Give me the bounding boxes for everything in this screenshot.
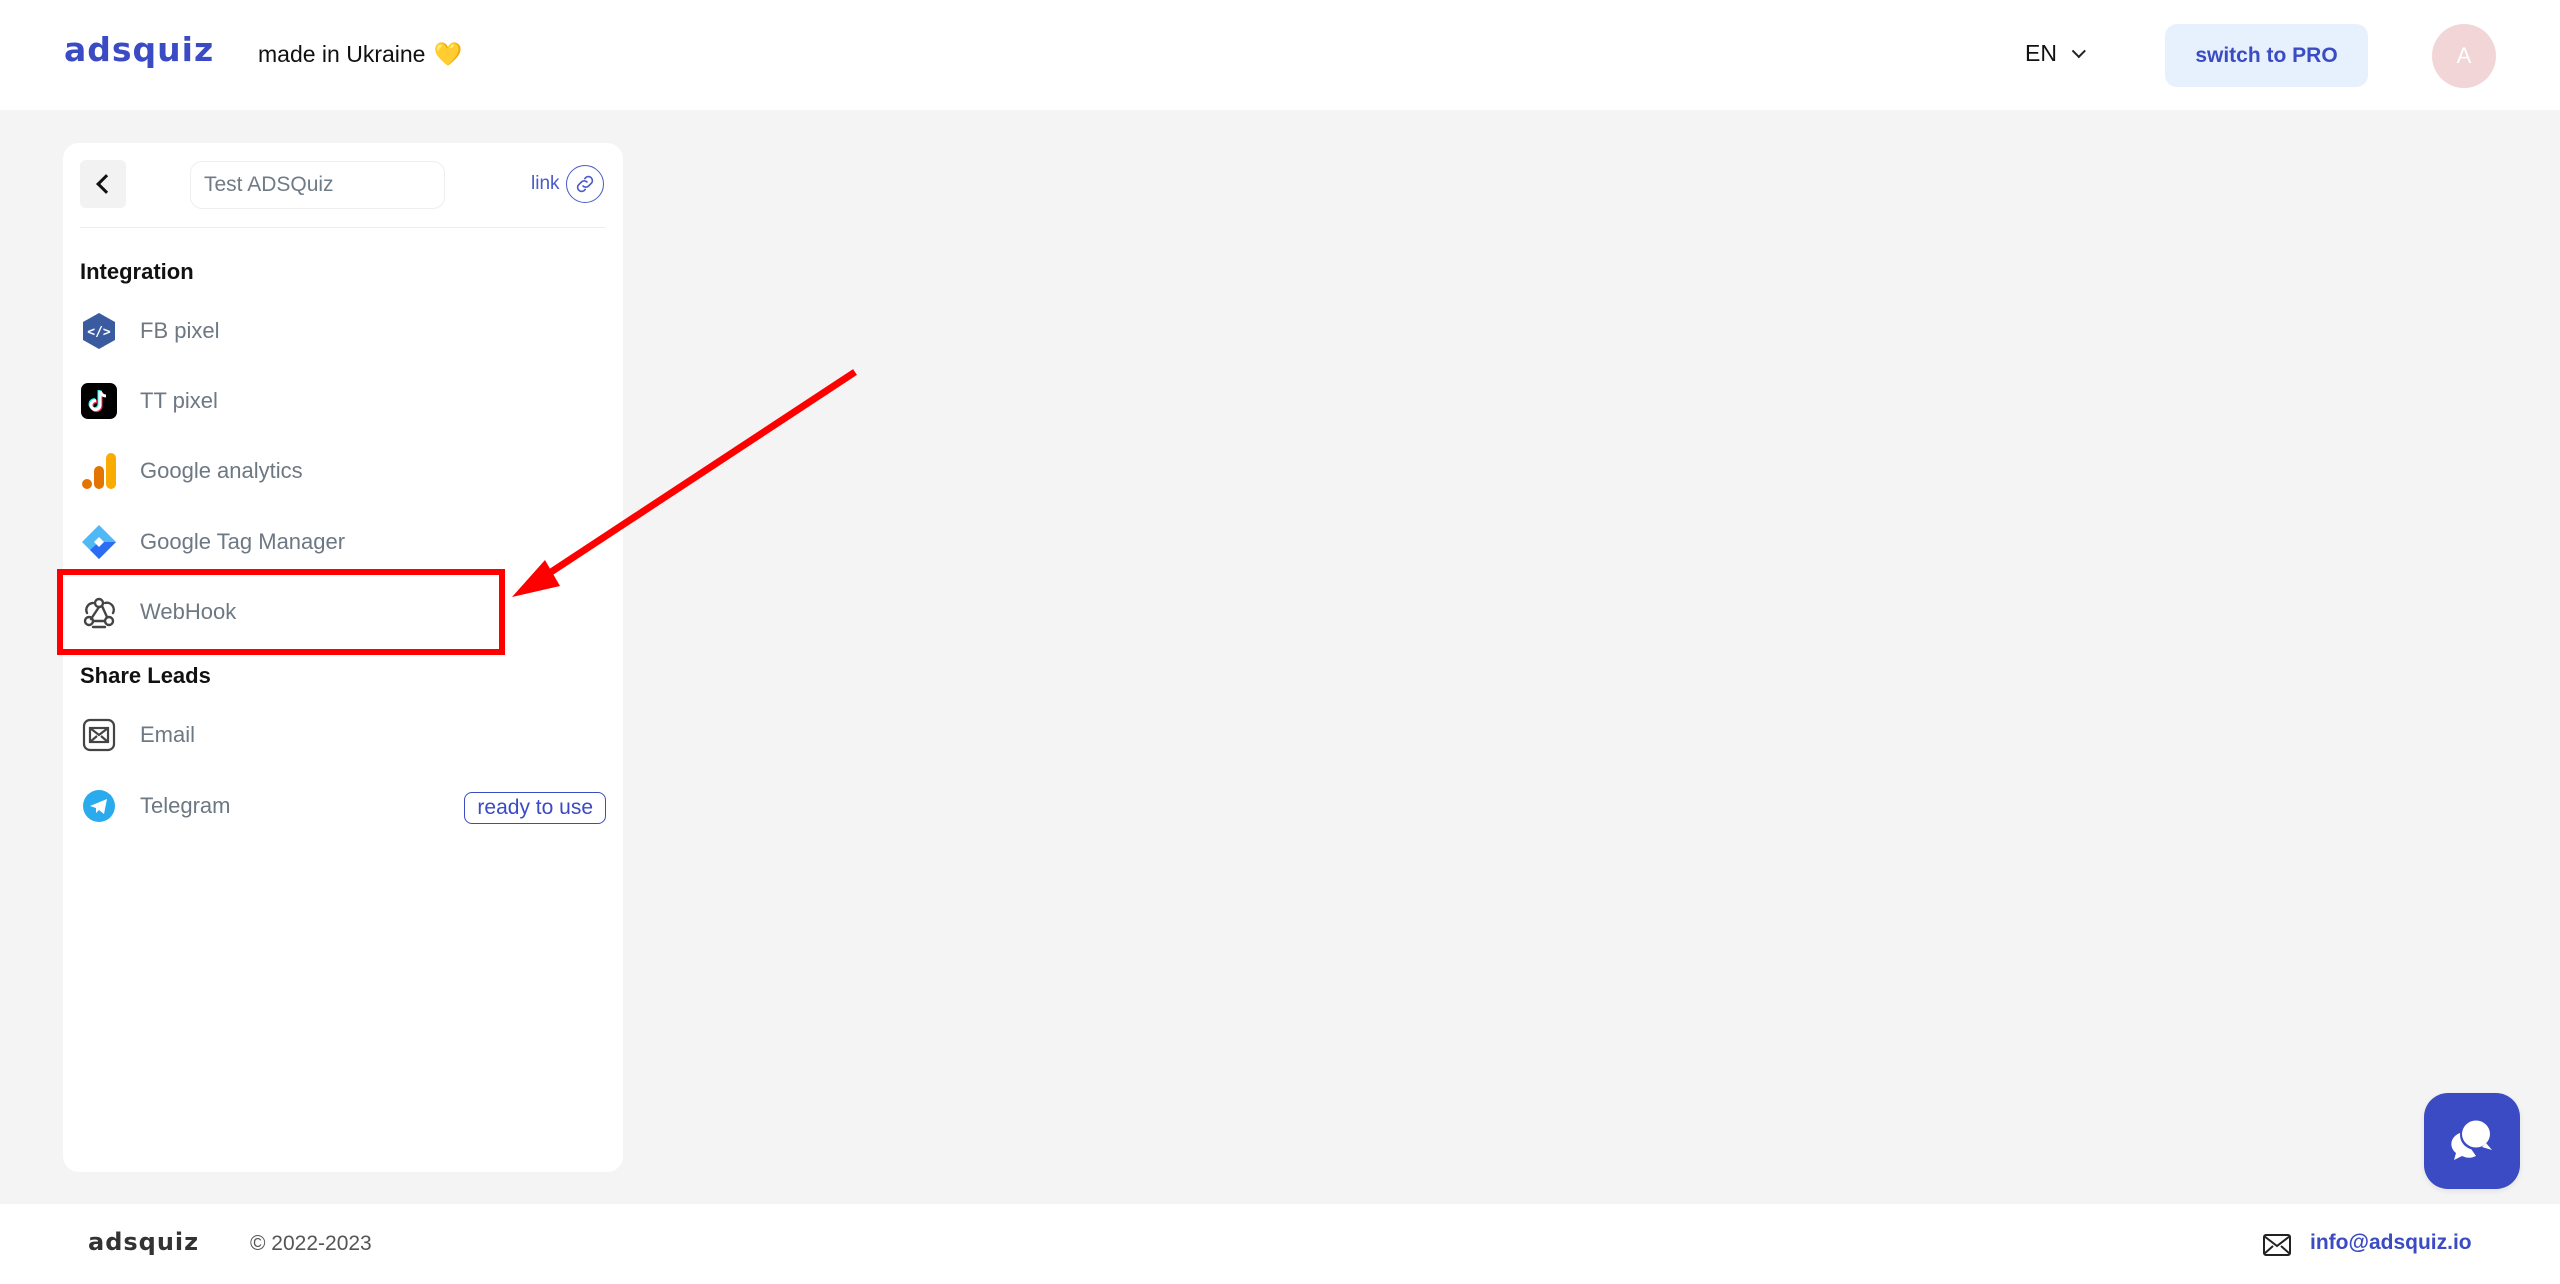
language-selector[interactable]: EN <box>2025 40 2086 67</box>
item-label: WebHook <box>140 599 237 624</box>
sidebar-item-tt-pixel[interactable]: TT pixel <box>80 373 606 429</box>
integrations-panel: link Integration </> FB pixel TT pixel <box>63 143 623 1172</box>
back-button[interactable] <box>80 160 126 208</box>
sidebar-item-telegram[interactable]: Telegram ready to use <box>80 778 606 834</box>
yellow-heart-icon: 💛 <box>433 41 463 67</box>
telegram-icon <box>80 787 118 825</box>
sidebar-item-email[interactable]: Email <box>80 707 606 763</box>
quiz-name-input[interactable] <box>190 161 445 209</box>
section-title-share-leads: Share Leads <box>80 663 211 688</box>
user-avatar[interactable]: A <box>2432 24 2496 88</box>
top-header: adsquiz made in Ukraine 💛 EN switch to PR… <box>0 0 2560 110</box>
item-label: Google Tag Manager <box>140 529 346 554</box>
switch-to-pro-button[interactable]: switch to PRO <box>2165 24 2368 87</box>
section-title-integration: Integration <box>80 259 194 284</box>
svg-text:</>: </> <box>87 325 111 340</box>
sidebar-item-webhook[interactable]: WebHook <box>80 584 606 640</box>
chain-link-icon <box>565 165 604 203</box>
chevron-left-icon <box>96 174 116 194</box>
copyright-text: © 2022-2023 <box>250 1232 372 1255</box>
item-label: FB pixel <box>140 318 220 343</box>
ready-to-use-badge: ready to use <box>464 792 606 824</box>
page-footer: adsquiz © 2022-2023 info@adsquiz.io <box>0 1204 2560 1284</box>
tagline-text: made in Ukraine <box>258 41 426 67</box>
brand-logo[interactable]: adsquiz <box>64 30 214 69</box>
webhook-icon <box>80 593 118 631</box>
item-label: Google analytics <box>140 458 303 483</box>
sidebar-item-fb-pixel[interactable]: </> FB pixel <box>80 303 606 359</box>
link-label: link <box>531 173 560 194</box>
item-label: TT pixel <box>140 388 218 413</box>
tiktok-icon <box>80 382 118 420</box>
envelope-icon <box>2263 1234 2291 1261</box>
footer-logo[interactable]: adsquiz <box>88 1228 199 1256</box>
chevron-down-icon <box>2071 43 2086 58</box>
code-hexagon-icon: </> <box>80 312 118 350</box>
sidebar-item-google-analytics[interactable]: Google analytics <box>80 443 606 499</box>
chat-bubbles-icon <box>2446 1115 2498 1168</box>
sidebar-item-google-tag-manager[interactable]: Google Tag Manager <box>80 514 606 570</box>
item-label: Email <box>140 722 196 747</box>
language-label: EN <box>2025 40 2057 66</box>
item-label: Telegram <box>140 793 231 818</box>
header-divider <box>80 227 606 228</box>
google-tag-manager-icon <box>80 523 118 561</box>
made-in-ukraine-tagline: made in Ukraine 💛 <box>258 41 462 68</box>
contact-email-link[interactable]: info@adsquiz.io <box>2310 1231 2472 1255</box>
google-analytics-icon <box>80 452 118 490</box>
quiz-link-button[interactable]: link <box>531 165 604 203</box>
live-chat-button[interactable] <box>2424 1093 2520 1189</box>
envelope-icon <box>80 716 118 754</box>
